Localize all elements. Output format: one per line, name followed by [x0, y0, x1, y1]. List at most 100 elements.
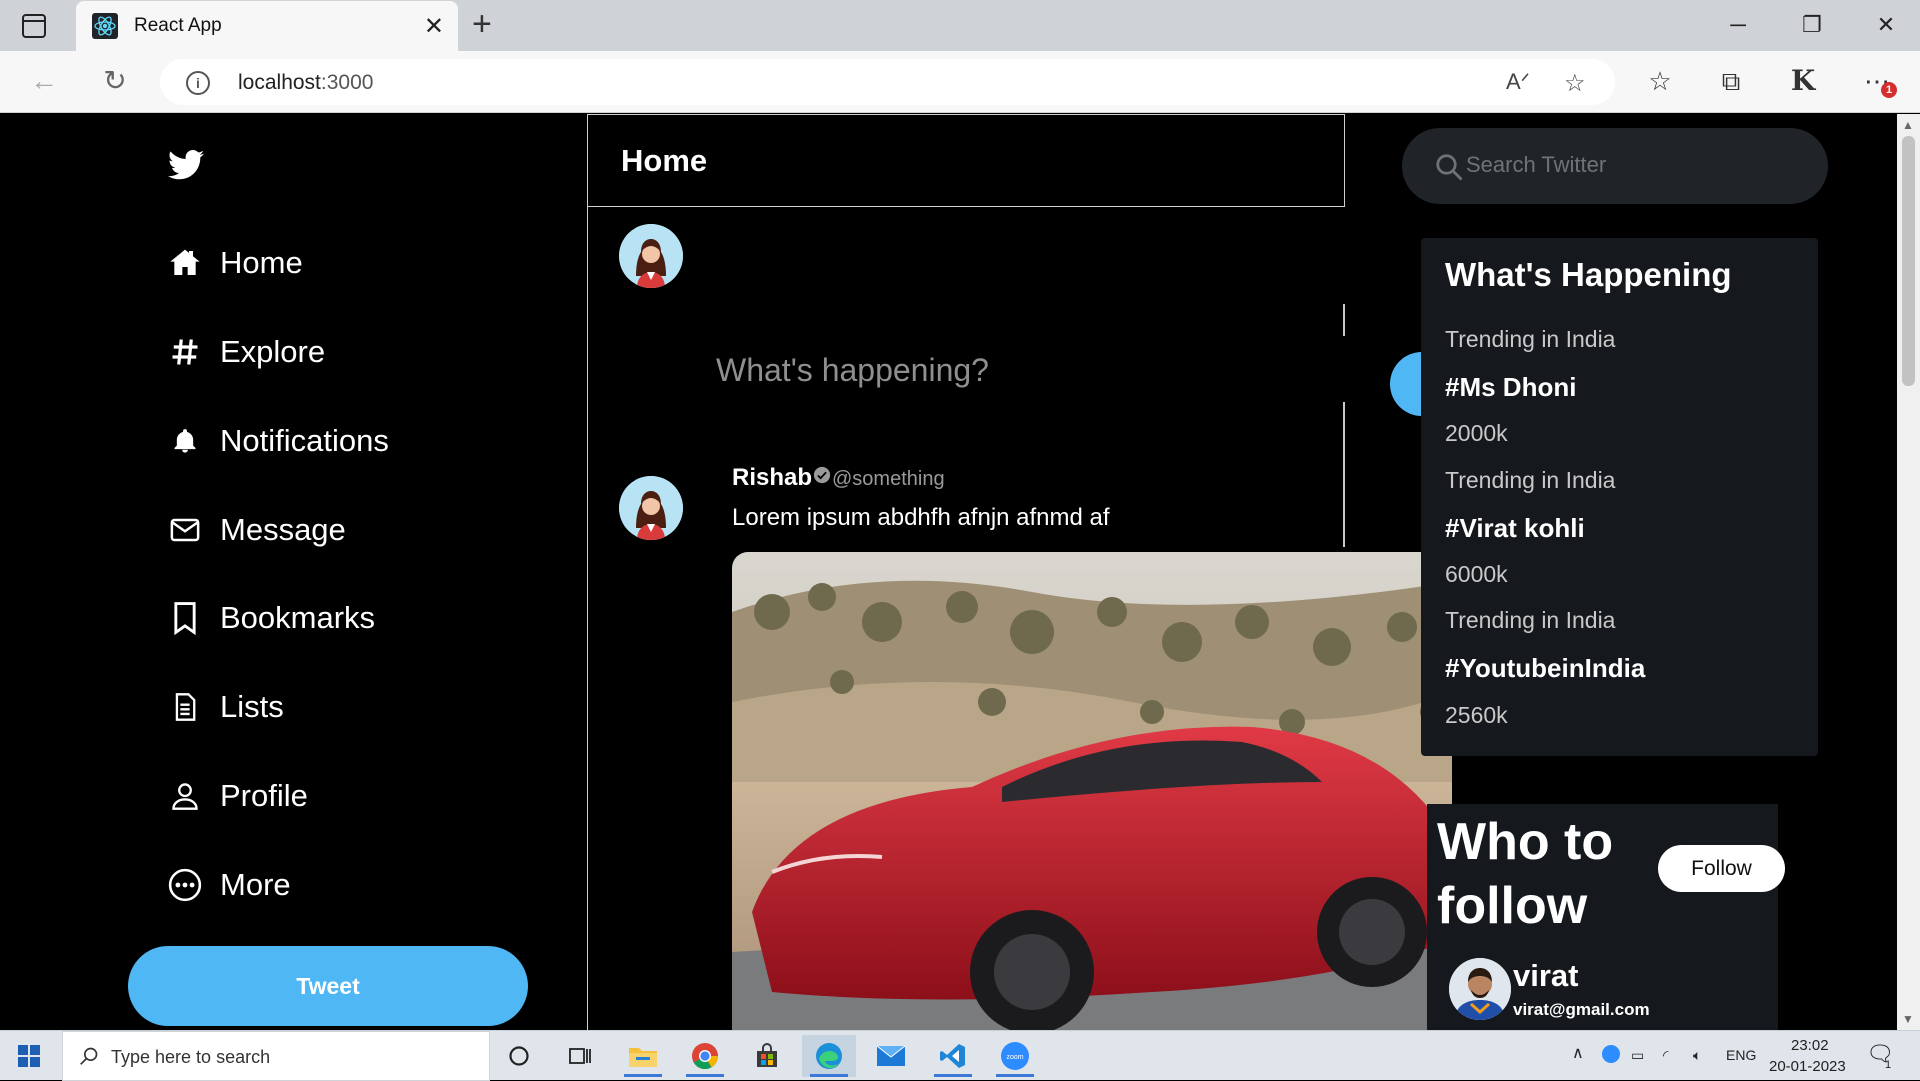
verified-badge-icon	[813, 466, 831, 484]
sidebar-item-profile[interactable]: Profile	[168, 771, 308, 821]
trend-count: 2000k	[1445, 420, 1508, 446]
refresh-icon[interactable]: ↻	[97, 63, 133, 99]
favorites-icon[interactable]: ☆	[1640, 61, 1680, 101]
svg-text:zoom: zoom	[1006, 1054, 1023, 1061]
clock-time[interactable]: 23:02	[1791, 1037, 1829, 1054]
trend-category: Trending in India	[1445, 607, 1616, 633]
battery-icon[interactable]: ▭	[1631, 1047, 1644, 1064]
clock-date[interactable]: 20-01-2023	[1769, 1058, 1846, 1075]
mail-icon	[168, 513, 202, 547]
new-tab-icon[interactable]: +	[472, 7, 492, 41]
mail-app-icon[interactable]	[864, 1035, 918, 1077]
suggested-user-avatar[interactable]	[1449, 958, 1511, 1020]
sidebar-item-message[interactable]: Message	[168, 505, 346, 555]
sidebar-item-label: Lists	[220, 689, 284, 724]
vscode-icon[interactable]	[926, 1035, 980, 1077]
notification-badge: 1	[1881, 82, 1897, 98]
zoom-tray-icon[interactable]	[1601, 1044, 1621, 1067]
search-icon	[80, 1047, 98, 1065]
sidebar-item-label: Home	[220, 245, 303, 280]
wifi-icon[interactable]: ◜	[1663, 1047, 1668, 1064]
browser-tab-bar: React App ✕ + ─ ❐ ✕	[0, 0, 1920, 51]
store-icon[interactable]	[740, 1035, 794, 1077]
sidebar: Home Explore Notifications Message Bookm…	[0, 114, 587, 1030]
sidebar-item-explore[interactable]: Explore	[168, 327, 325, 377]
minimize-icon[interactable]: ─	[1718, 10, 1758, 40]
sidebar-item-label: Bookmarks	[220, 600, 376, 635]
page-scrollbar[interactable]: ▲ ▼	[1897, 114, 1920, 1030]
divider	[1343, 304, 1345, 336]
suggested-user-name[interactable]: virat	[1513, 958, 1578, 994]
browser-tab[interactable]: React App ✕	[76, 1, 458, 51]
sidebar-item-label: Message	[220, 512, 346, 547]
file-explorer-icon[interactable]	[616, 1035, 670, 1077]
more-icon	[168, 868, 202, 902]
divider	[1343, 402, 1345, 547]
scroll-down-icon[interactable]: ▼	[1902, 1012, 1914, 1026]
sidebar-item-notifications[interactable]: Notifications	[168, 416, 389, 466]
back-icon[interactable]: ←	[26, 63, 62, 99]
scroll-thumb[interactable]	[1902, 136, 1915, 386]
home-icon	[168, 246, 202, 280]
post-text: Lorem ipsum abdhfh afnjn afnmd af	[732, 504, 1110, 531]
trends-title: What's Happening	[1445, 256, 1732, 293]
address-bar-row: ← ↻ i localhost:3000 Aᐟ ☆ ☆ ⧉ K ⋯	[0, 51, 1920, 113]
who-to-follow-card: Who to follow virat virat@gmail.com	[1427, 804, 1778, 1030]
twitter-logo-icon[interactable]	[168, 150, 204, 180]
compose-input[interactable]: What's happening?	[716, 352, 989, 389]
edge-icon[interactable]	[802, 1035, 856, 1077]
window-close-icon[interactable]: ✕	[1866, 10, 1906, 40]
taskbar-search-box[interactable]: Type here to search	[62, 1031, 490, 1081]
list-icon	[168, 690, 202, 724]
chevron-up-icon[interactable]: ∧	[1572, 1043, 1584, 1063]
tweet-button[interactable]: Tweet	[128, 946, 528, 1026]
trend-tag[interactable]: #Ms Dhoni	[1445, 372, 1576, 403]
scroll-up-icon[interactable]: ▲	[1902, 118, 1914, 132]
read-aloud-icon[interactable]: Aᐟ	[1506, 69, 1530, 95]
trend-category: Trending in India	[1445, 326, 1616, 352]
search-placeholder: Search Twitter	[1466, 152, 1607, 177]
close-tab-icon[interactable]: ✕	[424, 12, 444, 41]
trend-tag[interactable]: #YoutubeinIndia	[1445, 653, 1645, 684]
post-author-handle: @something	[832, 468, 945, 490]
page-title: Home	[621, 143, 708, 178]
task-view-icon[interactable]	[553, 1035, 607, 1077]
extension-icon[interactable]: K	[1783, 61, 1823, 101]
sidebar-item-more[interactable]: More	[168, 860, 291, 910]
post-author-name[interactable]: Rishab	[732, 464, 812, 492]
twitter-page: Home Explore Notifications Message Bookm…	[0, 114, 1897, 1030]
bookmark-icon	[168, 601, 202, 635]
tab-actions-icon[interactable]	[22, 14, 46, 38]
sidebar-item-bookmarks[interactable]: Bookmarks	[168, 593, 375, 643]
trend-tag[interactable]: #Virat kohli	[1445, 513, 1585, 544]
site-info-icon[interactable]: i	[186, 71, 210, 95]
compose-avatar[interactable]	[619, 224, 683, 288]
trend-count: 2560k	[1445, 702, 1508, 728]
sidebar-item-home[interactable]: Home	[168, 238, 303, 288]
sidebar-item-label: Notifications	[220, 423, 389, 458]
post-image[interactable]	[732, 552, 1452, 1030]
trends-card: What's Happening Trending in India #Ms D…	[1421, 238, 1818, 756]
post-avatar[interactable]	[619, 476, 683, 540]
zoom-icon[interactable]: zoom	[988, 1035, 1042, 1077]
add-favorite-icon[interactable]: ☆	[1564, 69, 1586, 98]
restore-icon[interactable]: ❐	[1792, 10, 1832, 40]
search-input[interactable]: Search Twitter	[1402, 128, 1828, 204]
follow-button[interactable]: Follow	[1658, 845, 1785, 892]
action-center-count: 1	[1885, 1059, 1892, 1071]
sidebar-item-lists[interactable]: Lists	[168, 682, 284, 732]
taskbar-search-placeholder: Type here to search	[111, 1047, 271, 1067]
trend-category: Trending in India	[1445, 467, 1616, 493]
collections-icon[interactable]: ⧉	[1711, 61, 1751, 101]
url-field[interactable]: i localhost:3000 Aᐟ ☆	[160, 59, 1615, 105]
user-icon	[168, 779, 202, 813]
chrome-icon[interactable]	[678, 1035, 732, 1077]
suggested-user-email: virat@gmail.com	[1513, 1000, 1650, 1019]
url-text: localhost:3000	[238, 71, 374, 94]
windows-start-icon[interactable]	[18, 1045, 40, 1067]
language-indicator[interactable]: ENG	[1726, 1047, 1756, 1063]
react-icon	[92, 13, 118, 39]
sidebar-item-label: Explore	[220, 334, 326, 369]
volume-icon[interactable]: 🔈︎	[1693, 1047, 1701, 1064]
cortana-icon[interactable]	[492, 1035, 546, 1077]
